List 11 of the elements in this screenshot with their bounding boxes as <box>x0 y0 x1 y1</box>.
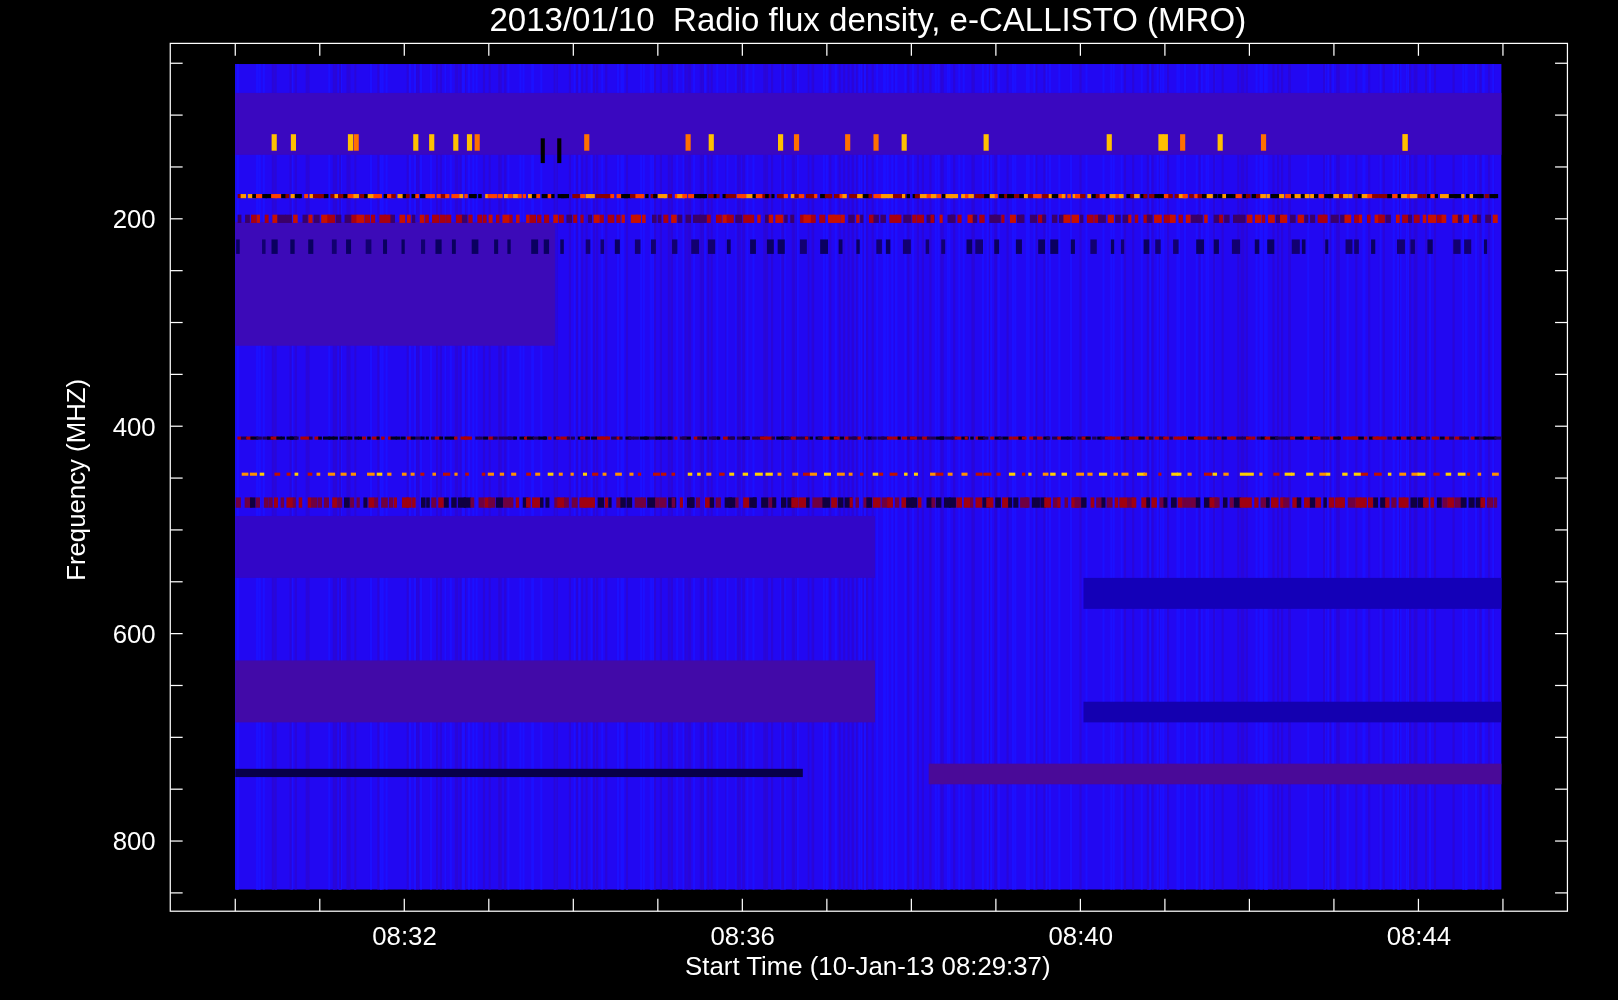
y-tick-label: 800 <box>112 827 156 856</box>
y-tick-label: 400 <box>112 412 156 441</box>
x-tick-label: 08:40 <box>1048 922 1114 951</box>
x-tick-label: 08:36 <box>710 922 775 951</box>
chart-title: 2013/01/10 Radio flux density, e-CALLISTO (MRO) <box>489 1 1247 38</box>
y-tick-label: 200 <box>112 205 156 234</box>
x-tick-label: 08:32 <box>372 922 437 951</box>
x-tick-label: 08:44 <box>1386 922 1452 951</box>
x-axis-label: Start Time (10-Jan-13 08:29:37) <box>685 952 1051 981</box>
y-tick-label: 600 <box>112 619 156 648</box>
y-axis-label: Frequency (MHZ) <box>61 378 90 581</box>
